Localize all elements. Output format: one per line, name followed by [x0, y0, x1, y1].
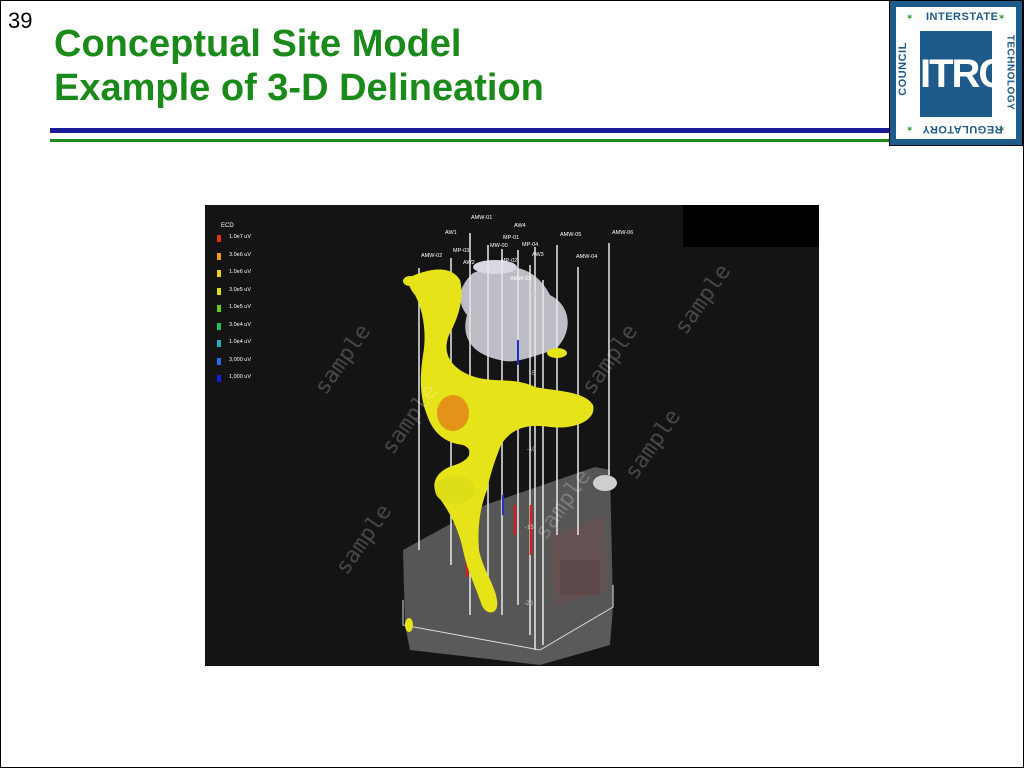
- depth-label: 0: [532, 293, 536, 299]
- well-label: AW2: [463, 260, 475, 266]
- well-label: MP-03: [453, 248, 470, 254]
- depth-label: -15: [525, 525, 534, 531]
- well-label: AMW-01: [471, 215, 493, 221]
- itrc-logo: ✶ ✶ ✶ ✶ INTERSTATE TECHNOLOGY REGULATORY…: [889, 0, 1023, 146]
- legend-swatch: [217, 322, 221, 330]
- star-icon: ✶: [998, 12, 1006, 22]
- title-line-1: Conceptual Site Model: [54, 23, 462, 65]
- title-line-2: Example of 3-D Delineation: [54, 67, 544, 109]
- well-label: MP-04: [522, 242, 539, 248]
- logo-mark: ITRC: [920, 31, 1007, 117]
- legend-label: 3.0e4 uV: [229, 321, 252, 328]
- legend-swatch: [217, 305, 221, 312]
- legend-swatch: [217, 287, 221, 295]
- legend-swatch: [217, 357, 221, 365]
- legend-label: 1,000 uV: [229, 374, 252, 380]
- logo-text-left: COUNCIL: [896, 42, 909, 96]
- figure-blackbox: [683, 205, 819, 247]
- logo-inner: ✶ ✶ ✶ ✶ INTERSTATE TECHNOLOGY REGULATORY…: [896, 7, 1016, 139]
- legend-label: 1.0e6 uV: [229, 269, 252, 275]
- depth-label: -20: [524, 601, 533, 607]
- legend-title: ECD: [221, 223, 234, 229]
- legend-label: 1.0e7 uV: [229, 234, 252, 240]
- legend-label: 3.0e6 uV: [229, 251, 252, 258]
- well-label: AW1: [445, 230, 457, 236]
- legend-swatch: [217, 375, 221, 382]
- logo-text-right: TECHNOLOGY: [1004, 34, 1016, 111]
- 3d-delineation-figure: sample sample sample sample sample sampl…: [205, 205, 819, 666]
- legend-swatch: [217, 340, 221, 347]
- well-label: AMW-02: [421, 253, 443, 259]
- well-label: AMW-06: [612, 230, 634, 236]
- legend-swatch: [217, 235, 221, 242]
- legend-label: 1.0e5 uV: [229, 304, 252, 310]
- logo-text-bottom: REGULATORY: [922, 123, 1003, 135]
- title-rule-blue: [50, 128, 890, 133]
- depth-label: -5: [530, 371, 536, 377]
- well-label: MW-00: [490, 243, 508, 249]
- well-label: AW3: [532, 252, 544, 258]
- legend-label: 3.0e5 uV: [229, 286, 252, 293]
- logo-text-top: INTERSTATE: [926, 11, 999, 23]
- legend-swatch: [217, 252, 221, 260]
- slide-title: Conceptual Site Model Example of 3-D Del…: [54, 22, 544, 110]
- depth-label: -10: [527, 447, 536, 453]
- legend-swatch: [217, 270, 221, 277]
- slide-number: 39: [8, 8, 33, 33]
- well-label: MP-02: [501, 258, 518, 264]
- well-label: AMW-05: [560, 232, 582, 238]
- well-label: AW4: [514, 223, 526, 229]
- well-label: AMW-03: [510, 276, 532, 282]
- well-label: AMW-04: [576, 254, 598, 260]
- legend-label: 1.0e4 uV: [229, 339, 252, 345]
- legend-label: 3,000 uV: [229, 356, 252, 363]
- star-icon: ✶: [906, 124, 914, 134]
- well-label: MP-01: [503, 235, 520, 241]
- star-icon: ✶: [906, 12, 914, 22]
- title-rule-green: [50, 139, 890, 142]
